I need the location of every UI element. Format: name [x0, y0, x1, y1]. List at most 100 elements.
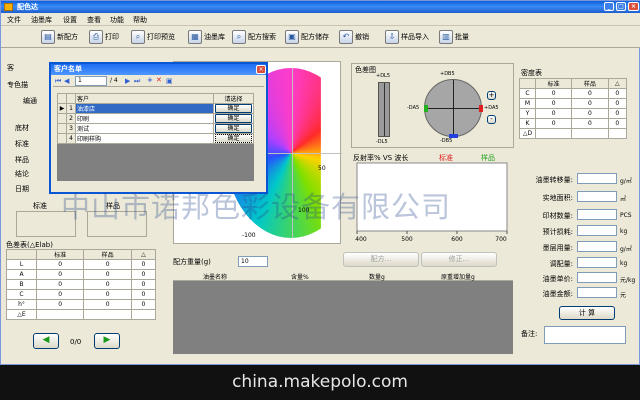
prev-record-icon[interactable]: ◀	[64, 77, 69, 85]
cell[interactable]: 油漆店	[75, 103, 214, 114]
unit-ink-transfer: g/㎡	[620, 178, 632, 185]
print-quantity-field[interactable]	[577, 209, 617, 220]
cell[interactable]: 测试	[75, 123, 214, 134]
new-doc-icon: ▤	[41, 30, 55, 44]
formula-weight-field[interactable]: 10	[238, 256, 268, 267]
menu-settings[interactable]: 设置	[63, 15, 77, 25]
ink-transfer-field[interactable]	[577, 173, 617, 184]
confirm-button[interactable]: 确定	[215, 114, 252, 123]
db-top-label: +DB5	[440, 71, 455, 77]
printer-icon: ⎙	[89, 30, 103, 44]
batch-button[interactable]: ▥ 批量	[439, 29, 469, 45]
undo-icon: ↶	[339, 30, 353, 44]
menu-ink-library[interactable]: 油墨库	[31, 15, 52, 25]
confirm-button[interactable]: 确定	[215, 124, 252, 133]
cell: 0	[35, 269, 85, 280]
table-row[interactable]: 2 印刷 确定	[57, 113, 254, 124]
calculate-button[interactable]: 计 算	[559, 306, 615, 320]
modify-button[interactable]: 修正...	[421, 252, 497, 267]
save-record-icon[interactable]: ▣	[166, 77, 173, 85]
label-sample: 样品	[15, 156, 29, 164]
add-record-icon[interactable]: +	[147, 76, 153, 84]
unit-solid-area: ㎡	[620, 196, 627, 203]
zoom-in-button[interactable]: +	[487, 91, 496, 100]
close-button[interactable]: ×	[628, 2, 639, 11]
table-row: △D	[519, 128, 628, 139]
table-row: K000	[519, 118, 628, 129]
cell	[57, 93, 67, 104]
label-ink-amount: 油墨金额:	[542, 290, 573, 298]
print-preview-button[interactable]: ⌕ 打印预览	[131, 29, 175, 45]
cell	[57, 113, 67, 124]
last-record-icon[interactable]: ⏭	[134, 77, 140, 86]
next-record-button[interactable]: ▶	[94, 333, 120, 349]
cell: 标准	[35, 249, 85, 260]
menu-help[interactable]: 帮助	[133, 15, 147, 25]
record-number-field[interactable]: 1	[75, 76, 107, 86]
delete-record-icon[interactable]: ✕	[156, 76, 162, 84]
unit-print-quantity: PCS	[620, 212, 632, 219]
color-diff-table: 标准 样品 △ L000 A000 B000 C000 h° 0 0 0 △E	[6, 249, 157, 320]
confirm-button[interactable]: 确定	[215, 104, 252, 113]
expected-loss-field[interactable]	[577, 225, 617, 236]
formula-search-button[interactable]: ⌕ 配方搜索	[232, 29, 276, 45]
maximize-button[interactable]: □	[616, 2, 626, 11]
ink-layer-field[interactable]	[577, 241, 617, 252]
ink-price-field[interactable]	[577, 272, 617, 283]
table-row: C000	[519, 88, 628, 99]
cell: 0	[83, 299, 132, 310]
dialog-nav-strip: ⏮ ◀ 1 / 4 ▶ ⏭ + ✕ ▣	[53, 76, 264, 87]
dialog-close-button[interactable]: ×	[256, 65, 266, 74]
formula-button[interactable]: 配方...	[343, 252, 419, 267]
density-table-title: 密度表	[521, 69, 542, 77]
sample-import-button[interactable]: ⇩ 样品导入	[385, 29, 429, 45]
record-counter: 0/0	[70, 338, 82, 346]
ink-amount-field[interactable]	[577, 287, 617, 298]
zoom-out-button[interactable]: -	[487, 115, 496, 124]
cell: 0	[130, 259, 157, 270]
table-row[interactable]: 4 印刷样购 确定	[57, 133, 254, 144]
new-formula-button[interactable]: ▤ 新配方	[41, 29, 78, 45]
col-header-select: 请选择	[213, 93, 254, 104]
cell	[571, 128, 609, 139]
menu-function[interactable]: 功能	[110, 15, 124, 25]
menu-file[interactable]: 文件	[7, 15, 21, 25]
formula-table[interactable]: 油墨名称 含量% 数量g 原重增加量g	[173, 271, 513, 354]
cell[interactable]: 印刷	[75, 113, 214, 124]
first-record-icon[interactable]: ⏮	[55, 77, 61, 86]
table-row: B000	[6, 279, 157, 290]
label-print-quantity: 印材数量:	[542, 212, 573, 220]
table-row[interactable]: 3 测试 确定	[57, 123, 254, 134]
solid-area-field[interactable]	[577, 191, 617, 202]
table-row[interactable]: ▶ 1 油漆店 确定	[57, 103, 254, 114]
cell: 0	[534, 118, 573, 129]
cell	[57, 133, 67, 144]
cell: 0	[607, 88, 628, 99]
print-button[interactable]: ⎙ 打印	[89, 29, 119, 45]
formula-save-button[interactable]: ▣ 配方储存	[285, 29, 329, 45]
minimize-button[interactable]: _	[604, 2, 614, 11]
prev-record-button[interactable]: ◀	[33, 333, 59, 349]
remarks-field[interactable]	[544, 326, 626, 344]
cell: 样品	[571, 78, 609, 89]
next-record-icon[interactable]: ▶	[125, 77, 130, 85]
col-header-ink-name: 油墨名称	[203, 274, 228, 281]
cell: 2	[66, 113, 76, 124]
cell: △	[130, 249, 157, 260]
cell: 确定	[213, 103, 254, 114]
toolbar: ▤ 新配方 ⎙ 打印 ⌕ 打印预览 ▦ 油墨库 ⌕ 配方搜索 ▣ 配方储存 ↶ …	[1, 26, 640, 48]
cell	[83, 309, 132, 320]
ink-library-button[interactable]: ▦ 油墨库	[188, 29, 225, 45]
search-icon: ⌕	[232, 30, 246, 44]
cell[interactable]: 印刷样购	[75, 133, 214, 144]
cell: 0	[35, 279, 85, 290]
menu-view[interactable]: 查看	[87, 15, 101, 25]
app-icon	[4, 3, 13, 11]
db-bottom-label: -DB5	[440, 138, 453, 144]
confirm-button[interactable]: 确定	[215, 134, 252, 143]
label-ink-price: 油墨单价:	[542, 275, 573, 283]
undo-button[interactable]: ↶ 撤销	[339, 29, 369, 45]
mix-amount-field[interactable]	[577, 257, 617, 268]
dialog-title-bar: 客户名单	[51, 64, 266, 75]
diff-circle	[424, 79, 483, 138]
